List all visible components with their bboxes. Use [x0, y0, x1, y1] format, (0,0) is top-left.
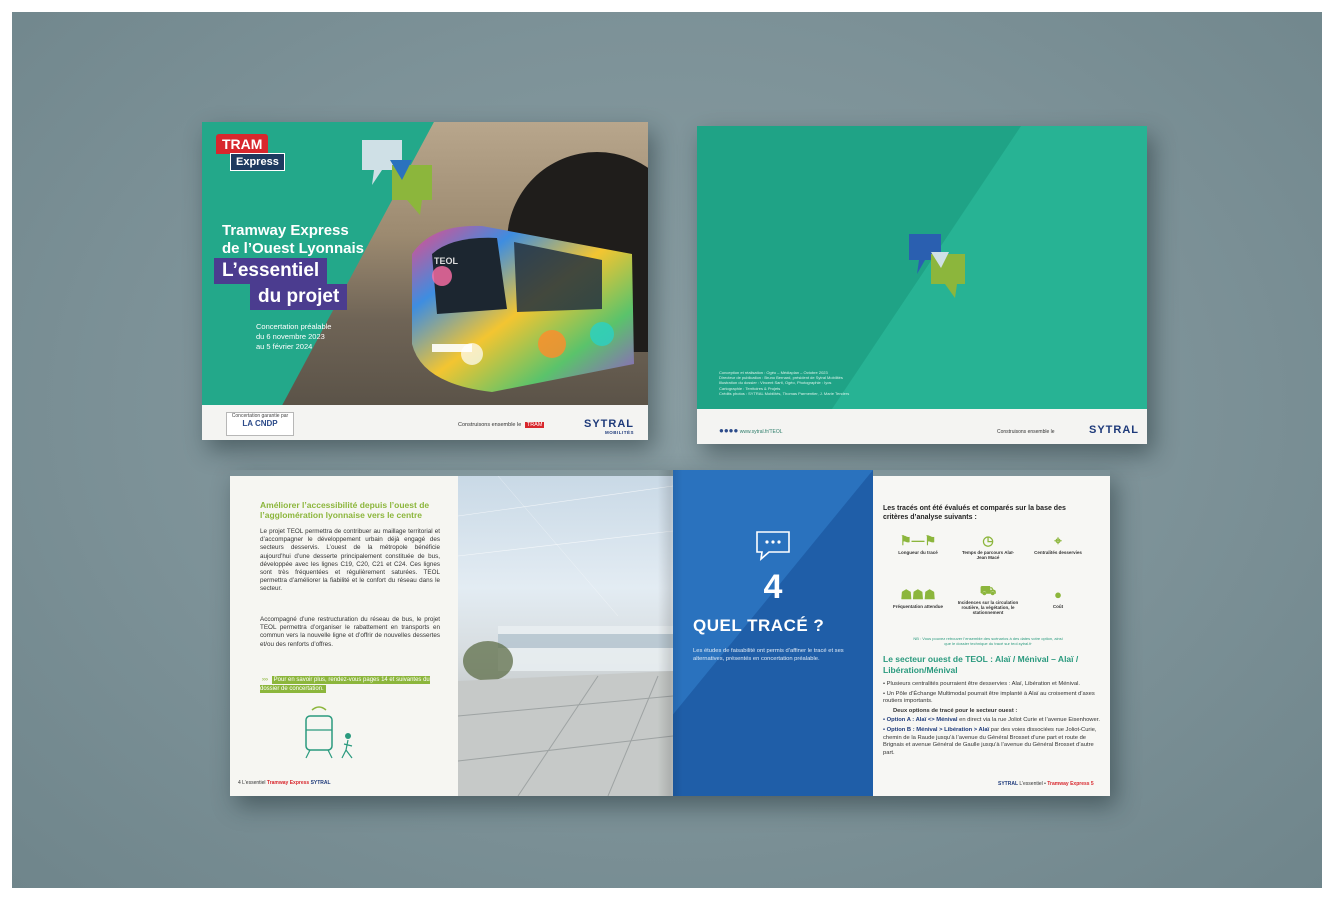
option-a-label: • Option A : Alaï <> Ménival	[883, 717, 958, 724]
criterion-length: ⚑—⚑ Longueur du tracé	[887, 533, 949, 556]
left-page-footer: 4 L’essentiel Tramway Express SYTRAL	[238, 780, 331, 786]
left-paragraph-2: Accompagné d’une restructuration du rése…	[260, 616, 440, 648]
concertation-line2: du 6 novembre 2023	[256, 332, 325, 341]
triple-arrow-icon: ›››	[262, 677, 268, 683]
tram-illustration	[412, 225, 634, 392]
back-footer-url: ●●●● www.sytral.fr/TEOL	[719, 426, 783, 435]
criterion-label: Fréquentation attendue	[892, 604, 943, 609]
express-logo: Express	[230, 153, 285, 171]
mini-tram-logo: TRAM	[524, 422, 545, 428]
back-footer-tagline: Construisons ensemble le	[997, 429, 1055, 435]
concertation-line3: au 5 février 2024	[256, 342, 313, 351]
criteria-note: NB : Vous pouvez retrouver l’ensemble de…	[913, 636, 1063, 646]
social-icons: ●●●●	[719, 426, 739, 435]
credit-line: Crédits photos : SYTRAL Mobilités, Thoma…	[719, 390, 850, 396]
back-credits: Conception et réalisation : Ogéo – Média…	[719, 370, 889, 396]
tram-motion-illustration	[458, 476, 673, 796]
option-b-label: • Option B : Ménival > Libération > Alaï	[883, 726, 990, 733]
right-footer-brand: Tramway Express 5	[1047, 781, 1094, 787]
sytral-sub: MOBILITÉS	[605, 430, 634, 435]
criterion-label: Incidences sur la circulation routière, …	[957, 600, 1019, 615]
criterion-centralities: ⌖ Centralités desservies	[1027, 533, 1089, 556]
brochure-back-cover: Conception et réalisation : Ogéo – Média…	[697, 126, 1147, 444]
spread-blue-page: 4 QUEL TRACÉ ? Les études de faisabilité…	[673, 470, 873, 796]
sytral-wordmark: SYTRAL	[584, 418, 634, 430]
criterion-label: Centralités desservies	[1034, 550, 1082, 555]
concertation-dates: Concertation préalable du 6 novembre 202…	[256, 322, 366, 352]
criterion-impacts: ⛟ Incidences sur la circulation routière…	[957, 583, 1019, 616]
left-paragraph-1: Le projet TEOL permettra de contribuer a…	[260, 528, 440, 593]
west-sector-heading: Le secteur ouest de TEOL : Alaï / Méniva…	[883, 654, 1079, 675]
left-footer-sytral: SYTRAL	[310, 780, 331, 786]
pin-icon: ⌖	[1054, 533, 1062, 548]
criterion-label: Coût	[1052, 604, 1064, 609]
section-title: QUEL TRACÉ ?	[693, 616, 825, 635]
cover-title-line2: de l’Ouest Lyonnais	[222, 240, 364, 257]
mockup-background: TEOL TRAM Express Tramway Express de l’O…	[12, 12, 1322, 888]
chat-bubble-icon	[756, 531, 790, 562]
criterion-label: Longueur du tracé	[898, 550, 938, 555]
left-footer-page: 4 L’essentiel	[238, 780, 266, 786]
website-url: www.sytral.fr/TEOL	[739, 429, 783, 435]
section-number: 4	[763, 568, 783, 606]
flag-icon: ⚑—⚑	[899, 533, 937, 548]
west-sector-list: • Plusieurs centralités pourraient être …	[883, 681, 1101, 759]
read-more-note: ››› Pour en savoir plus, rendez-vous pag…	[260, 676, 440, 694]
car-icon: ⛟	[979, 583, 997, 598]
clock-icon: ◷	[982, 533, 994, 548]
criteria-intro: Les tracés ont été évalués et comparés s…	[883, 505, 1066, 521]
spread-left-page: Améliorer l’accessibilité depuis l’ouest…	[230, 476, 458, 796]
criterion-travel-time: ◷ Temps de parcours Alaï-Jean Macé	[957, 533, 1019, 561]
criterion-cost: ● Coût	[1027, 587, 1089, 610]
brochure-front-cover: TEOL TRAM Express Tramway Express de l’O…	[202, 122, 648, 440]
left-footer-brand: Tramway Express	[266, 780, 310, 786]
bullet-pem: • Un Pôle d’Échange Multimodal pourrait …	[883, 690, 1095, 705]
tram-logo: TRAM	[216, 134, 269, 154]
speech-bubbles-logo	[362, 140, 432, 215]
right-footer-essentiel: L’essentiel •	[1019, 781, 1046, 787]
criterion-ridership: ☗☗☗ Fréquentation attendue	[887, 587, 949, 610]
options-heading: Deux options de tracé pour le secteur ou…	[883, 708, 1101, 716]
cndp-logo: LA CNDP	[242, 419, 278, 428]
piggy-icon: ●	[1054, 587, 1062, 602]
concertation-line1: Concertation préalable	[256, 322, 332, 331]
option-a: • Option A : Alaï <> Ménival en direct v…	[883, 717, 1101, 725]
read-more-text: Pour en savoir plus, rendez-vous pages 1…	[260, 676, 430, 693]
option-a-text: en direct via la rue Joliot Curie et l’a…	[957, 717, 1100, 724]
sytral-logo: SYTRAL MOBILITÉS	[584, 418, 634, 435]
people-icon: ☗☗☗	[900, 587, 936, 602]
right-page-footer: SYTRAL L’essentiel • Tramway Express 5	[998, 781, 1094, 787]
cndp-badge: Concertation garantie par LA CNDP	[226, 412, 294, 436]
cover-footer-tagline: Construisons ensemble le TRAM	[458, 422, 545, 428]
cover-title-line1: Tramway Express	[222, 222, 349, 239]
right-footer-sytral: SYTRAL	[998, 781, 1018, 787]
tram-destination-sign: TEOL	[434, 256, 458, 266]
tram-motion-photo	[458, 476, 673, 796]
options-heading-text: Deux options de tracé pour le secteur ou…	[893, 707, 1018, 714]
option-b: • Option B : Ménival > Libération > Alaï…	[883, 727, 1101, 757]
spread-right-page: Les tracés ont été évalués et comparés s…	[873, 476, 1110, 796]
brochure-open-spread: Améliorer l’accessibilité depuis l’ouest…	[230, 470, 1110, 796]
criterion-label: Temps de parcours Alaï-Jean Macé	[961, 550, 1014, 560]
speech-bubbles-logo	[909, 234, 965, 298]
cover-band-projet: du projet	[250, 284, 348, 310]
sytral-logo: SYTRAL	[1089, 424, 1139, 436]
tagline-text: Construisons ensemble le	[458, 422, 522, 428]
cover-band-essentiel: L’essentiel	[214, 258, 328, 284]
cover-title: Tramway Express de l’Ouest Lyonnais	[222, 222, 392, 258]
tram-pedestrian-icon	[305, 706, 353, 759]
left-page-title: Améliorer l’accessibilité depuis l’ouest…	[260, 500, 430, 520]
bullet-centralities: • Plusieurs centralités pourraient être …	[883, 681, 1080, 687]
section-subtitle: Les études de faisabilité ont permis d’a…	[693, 648, 844, 662]
